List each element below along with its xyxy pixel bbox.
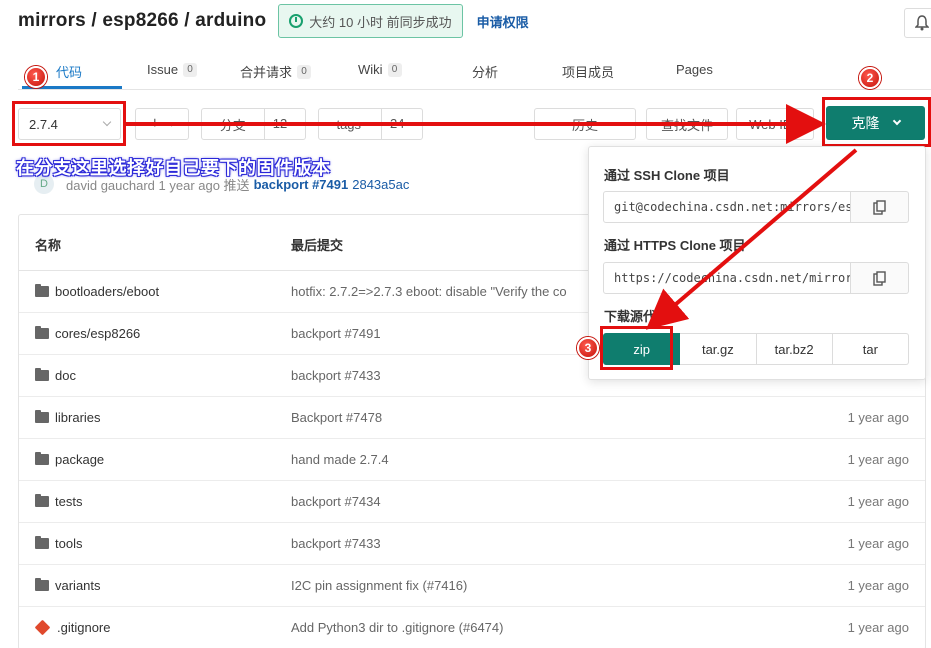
commit-time: 1 year ago [847,452,909,467]
commit-message[interactable]: backport #7434 [291,494,381,509]
repo-tabs: 代码 Issue 0 合并请求 0 Wiki 0 分析 项目成员 Pages [18,54,931,90]
chevron-down-icon: ▾ [169,118,174,129]
ssh-url-field[interactable]: git@codechina.csdn.net:mirrors/esp8266/a… [603,191,851,223]
commit-message[interactable]: Backport #7478 [291,410,382,425]
tab-pages[interactable]: Pages [676,62,713,77]
tab-count: 0 [297,64,312,79]
commit-sha[interactable]: 2843a5ac [352,177,409,192]
tab-count: 0 [387,62,402,77]
table-row[interactable]: package hand made 2.7.4 1 year ago [19,439,925,481]
ssh-clone-label: 通过 SSH Clone 项目 [604,168,730,183]
folder-icon [35,368,49,381]
folder-icon [35,452,49,465]
step-badge-1: 1 [25,66,47,88]
copy-https-button[interactable] [851,262,909,294]
tab-merge-requests[interactable]: 合并请求 0 [240,62,312,81]
folder-icon [35,494,49,507]
commit-time: 1 year ago [847,578,909,593]
file-name[interactable]: libraries [55,410,101,425]
table-row[interactable]: .gitignore Add Python3 dir to .gitignore… [19,607,925,648]
copy-ssh-button[interactable] [851,191,909,223]
commit-time: 1 year ago [847,494,909,509]
history-button[interactable]: 历史 [534,108,636,140]
step-badge-3: 3 [577,337,599,359]
branches-button[interactable]: 分支 12 [201,108,306,140]
bell-icon [915,15,929,31]
notification-button[interactable] [904,8,931,38]
annotation-box-zip [600,326,673,370]
file-name[interactable]: package [55,452,104,467]
folder-icon [35,536,49,549]
annotation-box-clone [822,97,931,147]
https-clone-label: 通过 HTTPS Clone 项目 [604,238,746,253]
file-name[interactable]: bootloaders/eboot [55,284,159,299]
add-button[interactable]: + ▾ [135,108,189,140]
tags-button[interactable]: tags 24 [318,108,423,140]
tab-count: 0 [183,62,198,77]
commit-message[interactable]: backport #7433 [291,368,381,383]
commit-time: 1 year ago [847,536,909,551]
sync-status-text: 大约 10 小时 前同步成功 [309,14,452,30]
table-row[interactable]: libraries Backport #7478 1 year ago [19,397,925,439]
commit-time: 1 year ago [847,410,909,425]
tags-count: 24 [381,109,405,139]
commit-message[interactable]: backport #7433 [291,536,381,551]
file-name[interactable]: .gitignore [57,620,110,635]
git-file-icon [34,619,51,636]
download-tar-bz2-button[interactable]: tar.bz2 [756,333,833,365]
web-ide-button[interactable]: Web IDE [736,108,814,140]
file-name[interactable]: doc [55,368,76,383]
tab-members[interactable]: 项目成员 [562,62,614,81]
table-row[interactable]: tests backport #7434 1 year ago [19,481,925,523]
tab-wiki[interactable]: Wiki 0 [358,62,402,77]
clock-icon [289,14,304,28]
clipboard-icon [873,270,886,286]
tab-code[interactable]: 代码 [56,62,82,81]
request-permission-link[interactable]: 申请权限 [477,12,529,31]
folder-icon [35,578,49,591]
https-url-field[interactable]: https://codechina.csdn.net/mirrors/esp82… [603,262,851,294]
commit-message[interactable]: I2C pin assignment fix (#7416) [291,578,467,593]
annotation-box-branch [12,101,126,146]
repo-path[interactable]: mirrors / esp8266 / arduino [18,10,266,32]
table-row[interactable]: tools backport #7433 1 year ago [19,523,925,565]
download-tar-gz-button[interactable]: tar.gz [680,333,757,365]
file-name[interactable]: tools [55,536,82,551]
commit-time: 1 year ago [847,620,909,635]
branches-count: 12 [263,109,287,139]
step-badge-2: 2 [859,67,881,89]
file-name[interactable]: tests [55,494,82,509]
table-row[interactable]: variants I2C pin assignment fix (#7416) … [19,565,925,607]
column-last-commit: 最后提交 [291,238,344,253]
column-name: 名称 [35,238,62,253]
sync-status-badge: 大约 10 小时 前同步成功 [278,4,463,38]
folder-icon [35,410,49,423]
download-tar-button[interactable]: tar [832,333,909,365]
clipboard-icon [873,199,886,215]
file-name[interactable]: variants [55,578,101,593]
commit-message[interactable]: hand made 2.7.4 [291,452,389,467]
repo-header: mirrors / esp8266 / arduino 大约 10 小时 前同步… [18,4,529,38]
commit-message[interactable]: hotfix: 2.7.2=>2.7.3 eboot: disable "Ver… [291,284,567,299]
folder-icon [35,326,49,339]
tab-issue[interactable]: Issue 0 [147,62,198,77]
find-file-button[interactable]: 查找文件 [646,108,728,140]
commit-message[interactable]: Add Python3 dir to .gitignore (#6474) [291,620,503,635]
annotation-instruction: 在分支这里选择好自己要下的固件版本 [16,158,331,178]
file-name[interactable]: cores/esp8266 [55,326,140,341]
tab-analytics[interactable]: 分析 [472,62,498,81]
folder-icon [35,284,49,297]
download-label: 下载源代码 [604,309,670,324]
commit-message[interactable]: backport #7491 [291,326,381,341]
